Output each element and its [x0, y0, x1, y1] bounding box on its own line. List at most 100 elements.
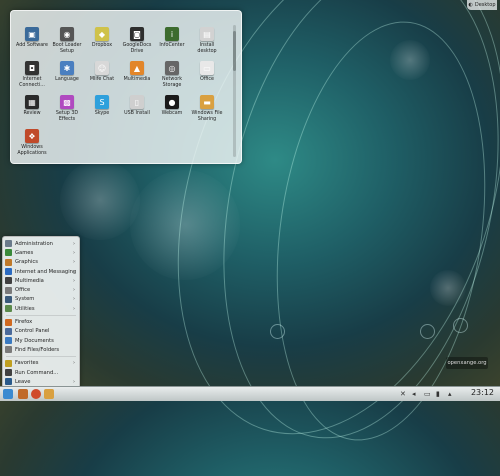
google-docs-icon: ◙: [130, 27, 144, 41]
chevron-right-icon: ›: [73, 240, 75, 247]
menu-place[interactable]: Firefox: [5, 317, 77, 326]
folder-item[interactable]: ✱ Language: [50, 61, 84, 83]
folder-item[interactable]: ▭ Office: [190, 61, 224, 83]
folder-item[interactable]: ◎ Network Storage: [155, 61, 189, 88]
file-sharing-icon: ▬: [200, 95, 214, 109]
menu-separator: [6, 314, 76, 316]
menu-action[interactable]: Run Command...: [5, 368, 77, 377]
install-icon: ▤: [200, 27, 214, 41]
menu-separator: [6, 356, 76, 358]
menu-item-label: Favorites: [15, 360, 39, 367]
menu-item-label: Graphics: [15, 259, 38, 266]
chevron-right-icon: ›: [73, 360, 75, 367]
clock[interactable]: 23:12: [471, 388, 494, 397]
menu-category[interactable]: Office ›: [5, 286, 77, 295]
menu-category[interactable]: Graphics ›: [5, 258, 77, 267]
folder-item[interactable]: ◘ Internet Connecti...: [15, 61, 49, 88]
folder-item[interactable]: ▩ Setup 3D Effects: [50, 95, 84, 122]
search-icon: [5, 346, 12, 354]
add-software-icon: ▣: [25, 27, 39, 41]
menu-place[interactable]: Find Files/Folders: [5, 345, 77, 354]
folder-item[interactable]: i InfoCenter: [155, 27, 189, 49]
menu-category[interactable]: Multimedia ›: [5, 276, 77, 285]
folder-item-label: InfoCenter: [159, 43, 185, 48]
menu-category[interactable]: System ›: [5, 295, 77, 304]
menu-item-label: Utilities: [15, 305, 35, 312]
battery-icon[interactable]: ▮: [436, 390, 440, 398]
folder-item-label: Skype: [94, 111, 110, 116]
office-icon: ▭: [200, 61, 214, 75]
chevron-right-icon: ›: [73, 277, 75, 284]
chevron-right-icon: ›: [73, 378, 75, 385]
wallpaper-bubble: [60, 160, 140, 240]
folder-item-label: Mlife Chat: [89, 77, 115, 82]
folder-view[interactable]: ▣ Add Software ◉ Boot Loader Setup ◆ Dropbox ◙…: [10, 10, 242, 164]
office-icon: [5, 286, 12, 294]
display-icon[interactable]: ▭: [424, 390, 431, 398]
chat-icon: ☺: [95, 61, 109, 75]
skype-icon: S: [95, 95, 109, 109]
folder-item[interactable]: ▦ Review: [15, 95, 49, 117]
launcher-firefox-icon[interactable]: [18, 389, 28, 399]
chevron-right-icon: ›: [73, 249, 75, 256]
menu-item-label: Leave: [15, 378, 31, 385]
folder-item-label: GoogleDocs Drive: [122, 43, 152, 54]
chevron-right-icon: ›: [73, 259, 75, 266]
folder-item-label: Webcam: [161, 111, 183, 116]
menu-item-label: Run Command...: [15, 369, 59, 376]
volume-icon[interactable]: ◂: [412, 390, 416, 398]
internet-icon: [5, 268, 12, 276]
menu-item-label: My Documents: [15, 337, 54, 344]
folder-item-label: Office: [199, 77, 214, 82]
leave-icon: [5, 378, 12, 386]
menu-place[interactable]: Control Panel: [5, 327, 77, 336]
system-icon: [5, 295, 12, 303]
folder-item[interactable]: ◉ Boot Loader Setup: [50, 27, 84, 54]
launcher-folder-icon[interactable]: [44, 389, 54, 399]
folder-item[interactable]: ◆ Dropbox: [85, 27, 119, 49]
menu-item-label: Find Files/Folders: [15, 346, 60, 353]
scrollbar-thumb[interactable]: [233, 31, 236, 71]
folder-item[interactable]: ▯ USB Install: [120, 95, 154, 117]
menu-place[interactable]: My Documents: [5, 336, 77, 345]
desktop-toolbox[interactable]: ◐ Desktop: [467, 0, 497, 10]
multimedia-icon: [5, 277, 12, 285]
menu-item-label: Office: [15, 287, 31, 294]
folder-item-label: Windows File Sharing: [191, 111, 223, 122]
folder-item-label: Review: [23, 111, 41, 116]
folder-item[interactable]: ▤ Install desktop: [190, 27, 224, 54]
watermark: openxange.org: [446, 357, 488, 369]
launcher-app-icon[interactable]: [31, 389, 41, 399]
start-button[interactable]: [3, 389, 13, 399]
folder-item[interactable]: ☺ Mlife Chat: [85, 61, 119, 83]
menu-category[interactable]: Utilities ›: [5, 304, 77, 313]
menu-category[interactable]: Administration ›: [5, 239, 77, 248]
folder-item-label: Network Storage: [161, 77, 183, 88]
effects-icon: ▩: [60, 95, 74, 109]
tray-arrow-icon[interactable]: ▴: [448, 390, 452, 398]
folder-item[interactable]: ▣ Add Software: [15, 27, 49, 49]
folder-item[interactable]: ▬ Windows File Sharing: [190, 95, 224, 122]
usb-install-icon: ▯: [130, 95, 144, 109]
folder-scrollbar[interactable]: [233, 25, 236, 157]
folder-item[interactable]: ❖ Windows Applications: [15, 129, 49, 156]
control-panel-icon: [5, 327, 12, 335]
start-menu: Administration › Games › Graphics › Internet a…: [2, 236, 80, 388]
menu-item-label: Administration: [15, 240, 53, 247]
administration-icon: [5, 240, 12, 248]
folder-item[interactable]: ◙ GoogleDocs Drive: [120, 27, 154, 54]
folder-item-label: Internet Connecti...: [19, 77, 45, 88]
documents-icon: [5, 337, 12, 345]
menu-category[interactable]: Internet and Messaging ›: [5, 267, 77, 276]
folder-item[interactable]: ● Webcam: [155, 95, 189, 117]
run-icon: [5, 369, 12, 377]
folder-item-label: Windows Applications: [17, 145, 47, 156]
folder-item-label: Dropbox: [91, 43, 113, 48]
menu-category[interactable]: Games ›: [5, 248, 77, 257]
network-icon[interactable]: ✕: [400, 390, 406, 398]
folder-item[interactable]: ▲ Multimedia: [120, 61, 154, 83]
utilities-icon: [5, 305, 12, 313]
folder-item[interactable]: S Skype: [85, 95, 119, 117]
folder-item-label: Language: [55, 77, 79, 82]
menu-action[interactable]: Favorites ›: [5, 359, 77, 368]
